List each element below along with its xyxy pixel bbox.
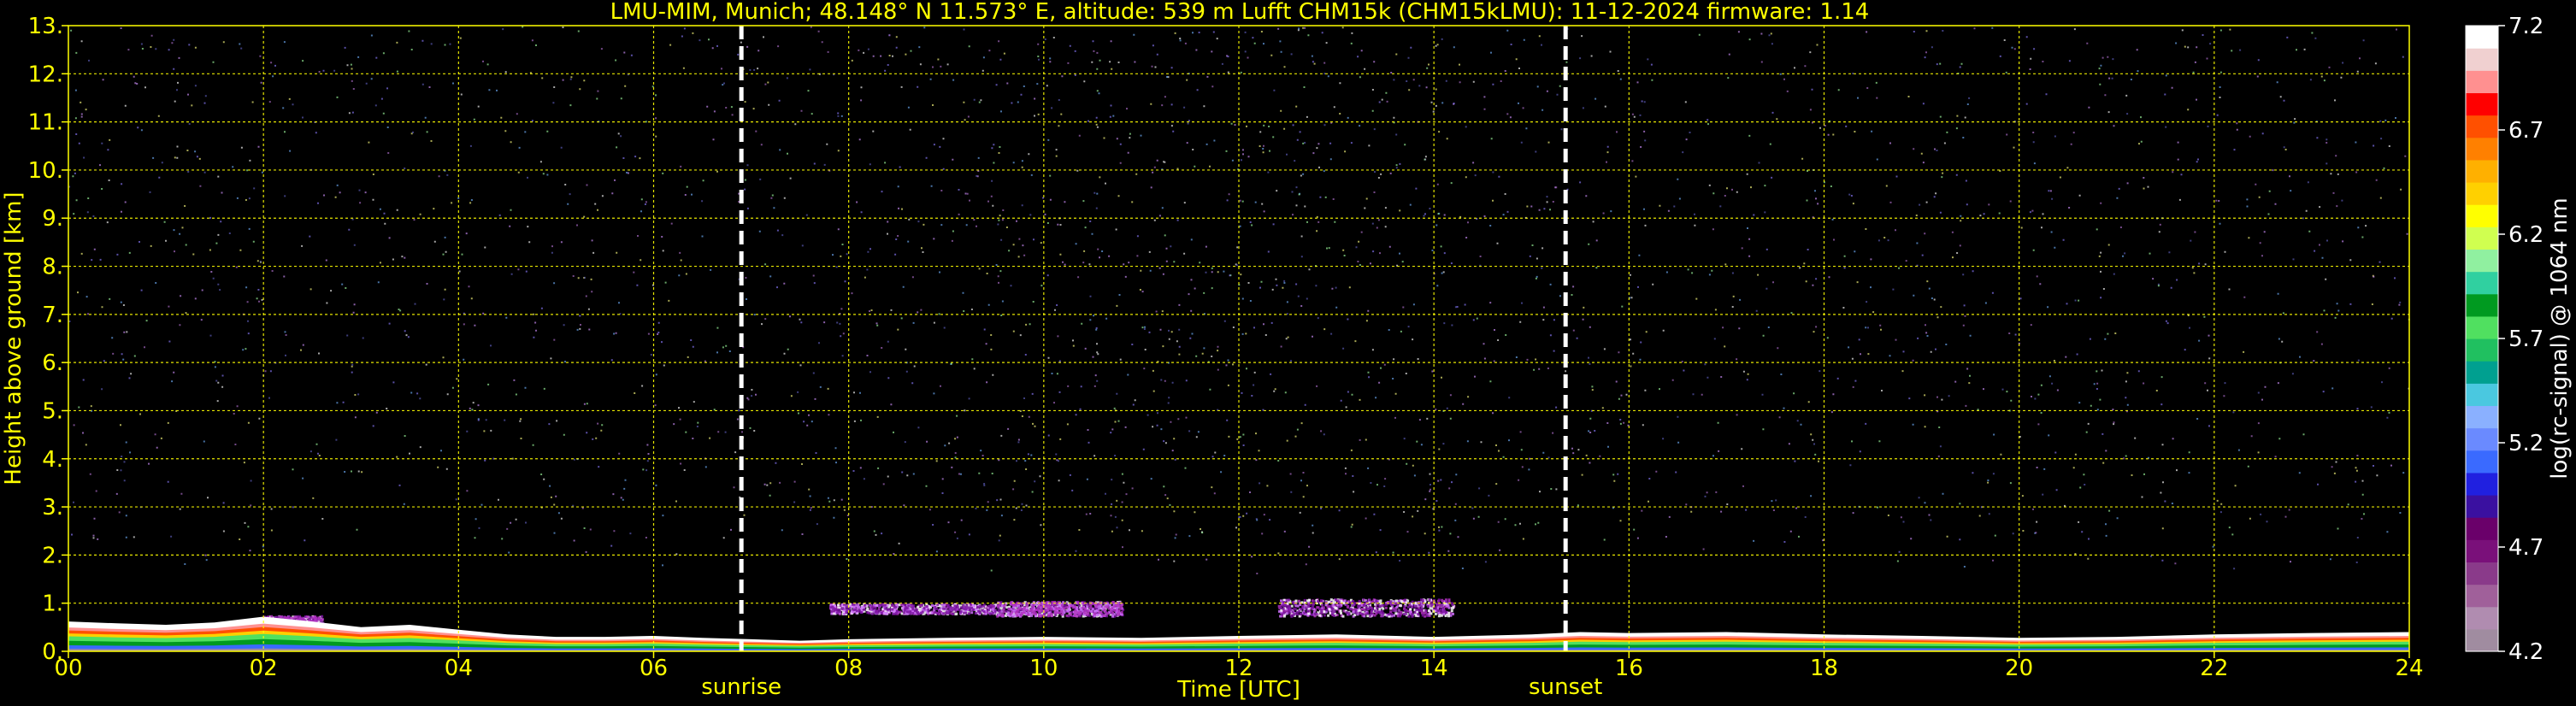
colorbar-segment: [2466, 584, 2498, 608]
x-tick-label: 10: [1029, 656, 1058, 681]
y-axis-ticks: 0. 1. 2. 3. 4. 5. 6. 7. 8. 9. 10. 11. 12. 13.: [28, 14, 68, 665]
event-label-sunrise: sunrise: [701, 674, 781, 700]
colorbar-segment: [2466, 606, 2498, 630]
colorbar-segment: [2466, 249, 2498, 273]
y-tick-label: 8.: [42, 255, 63, 280]
colorbar-label: log(rc-signal) @ 1064 nm: [2547, 197, 2573, 479]
y-tick-label: 12.: [28, 62, 63, 87]
colorbar: [2465, 25, 2499, 652]
colorbar-segment: [2466, 315, 2498, 339]
colorbar-segment: [2466, 48, 2498, 71]
colorbar-tick-label: 5.7: [2508, 327, 2544, 352]
x-tick-label: 02: [250, 656, 278, 681]
colorbar-segment: [2466, 383, 2498, 407]
x-tick-label: 20: [2005, 656, 2033, 681]
y-axis-label: Height above ground [km]: [1, 191, 27, 485]
colorbar-tick-label: 7.2: [2508, 14, 2544, 39]
colorbar-segment: [2466, 70, 2498, 94]
ceilometer-chart: LMU-MIM, Munich; 48.148° N 11.573° E, al…: [1, 0, 2573, 703]
y-tick-label: 2.: [42, 543, 63, 568]
colorbar-segment: [2466, 562, 2498, 585]
y-tick-label: 0.: [42, 639, 63, 665]
y-tick-label: 5.: [42, 398, 63, 424]
event-label-sunset: sunset: [1529, 674, 1602, 700]
colorbar-tick-label: 4.2: [2508, 639, 2544, 665]
colorbar-segment: [2466, 182, 2498, 205]
colorbar-segment: [2466, 92, 2498, 116]
y-tick-label: 6.: [42, 350, 63, 376]
colorbar-segment: [2466, 204, 2498, 227]
chart-title: LMU-MIM, Munich; 48.148° N 11.573° E, al…: [610, 0, 1870, 25]
x-tick-label: 06: [640, 656, 668, 681]
colorbar-segment: [2466, 450, 2498, 474]
x-tick-label: 22: [2200, 656, 2228, 681]
y-tick-label: 3.: [42, 495, 63, 521]
colorbar-segment: [2466, 227, 2498, 250]
colorbar-segment: [2466, 427, 2498, 451]
x-tick-label: 18: [1810, 656, 1838, 681]
colorbar-segment: [2466, 361, 2498, 384]
colorbar-segment: [2466, 293, 2498, 317]
colorbar-segment: [2466, 628, 2498, 652]
colorbar-segment: [2466, 472, 2498, 496]
x-axis-label: Time [UTC]: [1176, 677, 1300, 703]
colorbar-segment: [2466, 517, 2498, 540]
colorbar-segment: [2466, 495, 2498, 518]
y-tick-label: 11.: [28, 110, 63, 136]
colorbar-tick-label: 6.2: [2508, 222, 2544, 248]
y-tick-label: 13.: [28, 14, 63, 39]
x-tick-label: 24: [2395, 656, 2423, 681]
colorbar-tick-label: 5.2: [2508, 431, 2544, 456]
colorbar-segment: [2466, 159, 2498, 183]
colorbar-segment: [2466, 115, 2498, 138]
colorbar-segment: [2466, 137, 2498, 161]
y-tick-label: 9.: [42, 206, 63, 232]
y-tick-label: 10.: [28, 158, 63, 184]
colorbar-segment: [2466, 539, 2498, 563]
colorbar-tick-label: 4.7: [2508, 535, 2544, 561]
x-tick-label: 08: [834, 656, 863, 681]
y-tick-label: 7.: [42, 303, 63, 328]
colorbar-segment: [2466, 338, 2498, 362]
x-tick-label: 04: [445, 656, 473, 681]
colorbar-segment: [2466, 405, 2498, 429]
colorbar-segment: [2466, 271, 2498, 295]
y-tick-label: 1.: [42, 591, 63, 617]
colorbar-tick-label: 6.7: [2508, 118, 2544, 144]
colorbar-ticks: 4.2 4.7 5.2 5.7 6.2 6.7 7.2: [2498, 14, 2544, 665]
x-tick-label: 14: [1420, 656, 1448, 681]
x-tick-label: 16: [1615, 656, 1643, 681]
y-tick-label: 4.: [42, 447, 63, 473]
colorbar-segment: [2466, 26, 2498, 49]
